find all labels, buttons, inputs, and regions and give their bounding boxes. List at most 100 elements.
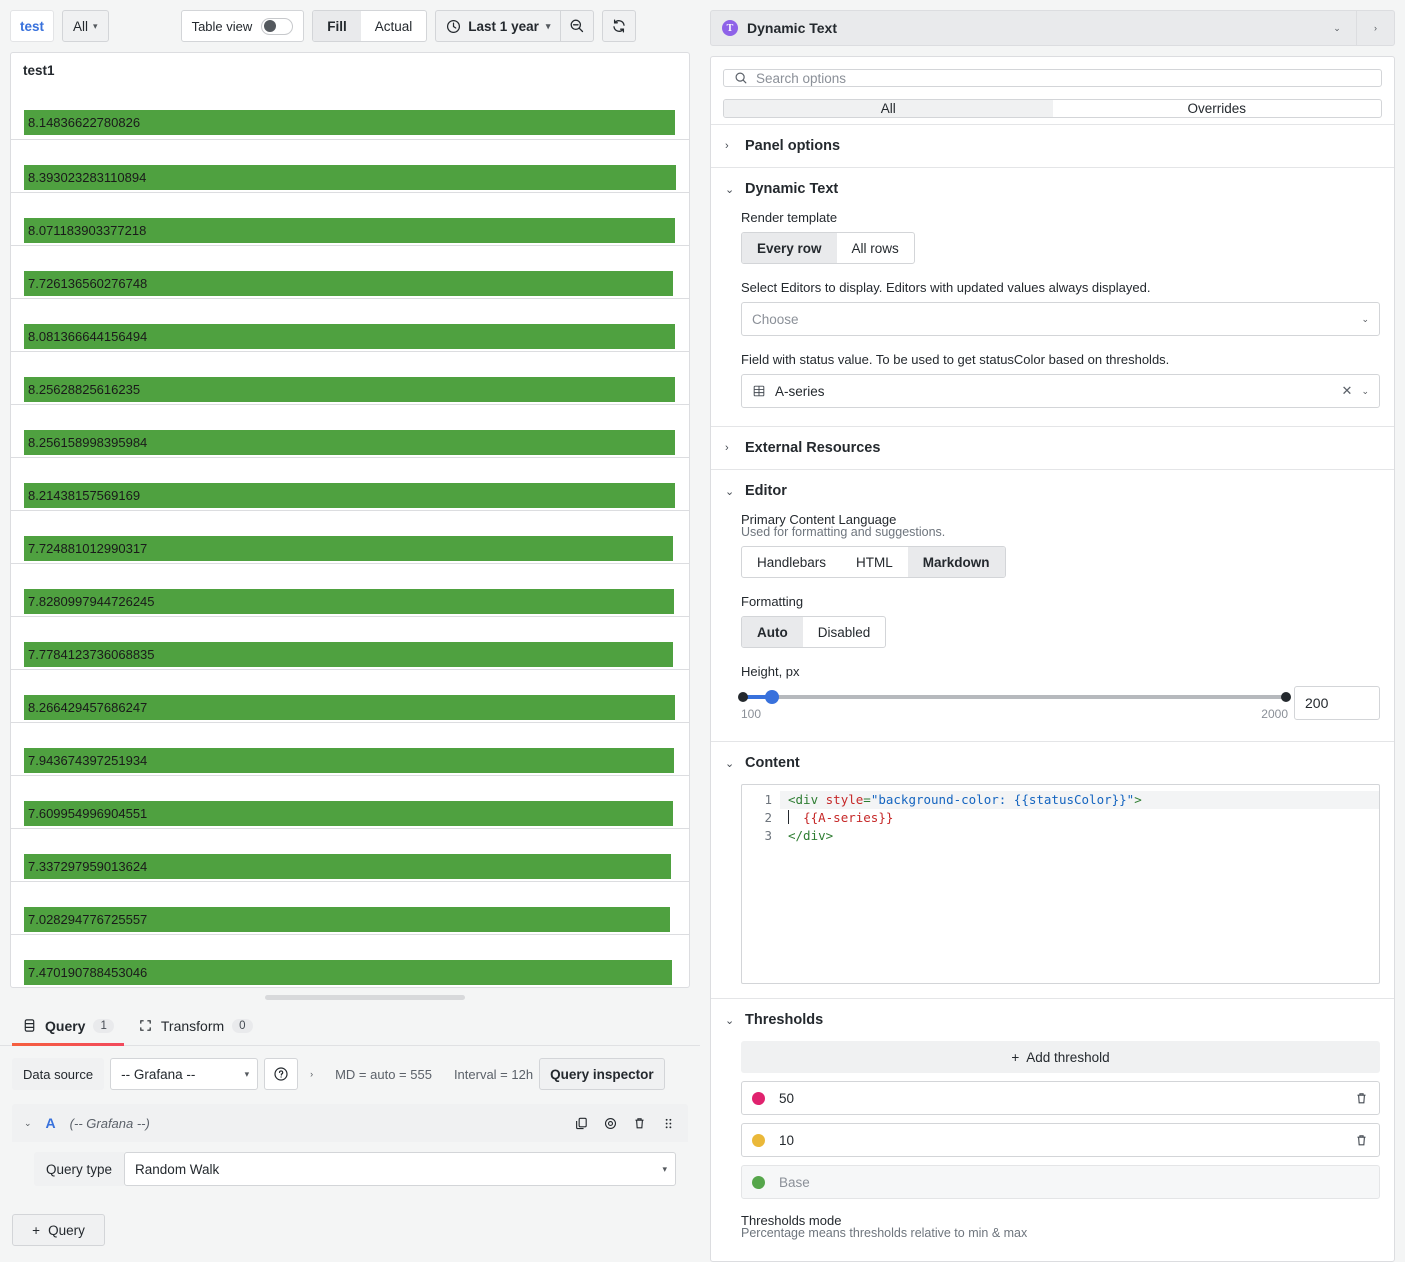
content-language-segment[interactable]: Handlebars HTML Markdown	[741, 546, 1006, 578]
content-code-editor[interactable]: 1 2 3 <div style="background-color: {{st…	[741, 784, 1380, 984]
language-option-html[interactable]: HTML	[841, 547, 908, 577]
code-text-area[interactable]: <div style="background-color: {{statusCo…	[780, 785, 1379, 983]
query-type-picker[interactable]: Random Walk ▾	[124, 1152, 676, 1186]
query-options-summary[interactable]: › MD = auto = 555 Interval = 12h	[304, 1058, 533, 1090]
query-ref-id[interactable]: A	[46, 1115, 56, 1131]
fill-option[interactable]: Fill	[313, 11, 361, 41]
query-inspector-button[interactable]: Query inspector	[539, 1058, 665, 1090]
render-template-segment[interactable]: Every row All rows	[741, 232, 915, 264]
chevron-down-icon[interactable]: ⌄	[24, 1119, 32, 1128]
tab-transform-count: 0	[232, 1019, 252, 1033]
panel-row: 7.470190788453046	[11, 934, 689, 987]
section-content-header[interactable]: ⌄ Content	[711, 742, 1394, 784]
formatting-option-auto[interactable]: Auto	[742, 617, 803, 647]
threshold-color-swatch[interactable]	[752, 1092, 765, 1105]
panel-row: 7.726136560276748	[11, 245, 689, 298]
editors-display-placeholder: Choose	[752, 312, 799, 327]
query-type-row: Query type Random Walk ▾	[12, 1142, 688, 1196]
drag-handle-icon[interactable]	[661, 1116, 676, 1131]
threshold-value[interactable]: 10	[779, 1133, 1354, 1148]
section-external-resources-header[interactable]: › External Resources	[711, 427, 1394, 469]
query-meta-interval: Interval = 12h	[454, 1067, 533, 1082]
render-option-all-rows[interactable]: All rows	[837, 233, 914, 263]
panel-row: 7.943674397251934	[11, 722, 689, 775]
height-slider-max-dot	[1281, 692, 1291, 702]
variable-all-dropdown[interactable]: All ▾	[62, 10, 109, 42]
add-threshold-button[interactable]: + Add threshold	[741, 1041, 1380, 1073]
trash-icon[interactable]	[1354, 1133, 1369, 1148]
tab-query-count: 1	[93, 1019, 113, 1033]
section-external-resources-title: External Resources	[745, 440, 880, 456]
panel-row: 7.028294776725557	[11, 881, 689, 934]
editors-display-select[interactable]: Choose ⌄	[741, 302, 1380, 336]
all-overrides-tabs[interactable]: All Overrides	[723, 99, 1382, 117]
code-line-1: <div style="background-color: {{statusCo…	[780, 791, 1379, 809]
tab-transform[interactable]: Transform 0	[128, 1006, 263, 1046]
chevron-down-icon: ⌄	[725, 485, 733, 498]
height-number-input[interactable]: 200	[1294, 686, 1380, 720]
time-range-picker[interactable]: Last 1 year ▾	[435, 10, 560, 42]
horizontal-scrollbar[interactable]	[10, 988, 690, 1006]
threshold-row[interactable]: 50	[741, 1081, 1380, 1115]
tab-query[interactable]: Query 1	[12, 1006, 124, 1046]
panel-row-bar: 8.14836622780826	[24, 110, 675, 135]
height-slider-handle[interactable]	[765, 690, 779, 704]
panel-row: 8.256158998395984	[11, 404, 689, 457]
collapse-options-pane-button[interactable]: ›	[1356, 11, 1394, 45]
formatting-segment[interactable]: Auto Disabled	[741, 616, 886, 648]
height-slider-track[interactable]	[741, 695, 1288, 699]
chevron-down-icon: ▾	[662, 1165, 667, 1174]
clear-x-icon[interactable]: ✕	[1342, 383, 1353, 399]
chevron-down-icon: ⌄	[1333, 24, 1341, 33]
query-meta-md: MD = auto = 555	[335, 1067, 432, 1082]
panel-editor: test All ▾ Table view Fill Actual	[0, 0, 1405, 1262]
data-source-picker[interactable]: -- Grafana -- ▾	[110, 1058, 258, 1090]
status-field-select[interactable]: A-series ✕ ⌄	[741, 374, 1380, 408]
language-option-handlebars[interactable]: Handlebars	[742, 547, 841, 577]
table-view-switch[interactable]	[261, 18, 293, 35]
table-view-toggle[interactable]: Table view	[181, 10, 305, 42]
language-option-markdown[interactable]: Markdown	[908, 547, 1005, 577]
copy-icon[interactable]	[574, 1116, 589, 1131]
actual-option[interactable]: Actual	[361, 11, 427, 41]
formatting-option-disabled[interactable]: Disabled	[803, 617, 886, 647]
time-picker-group: Last 1 year ▾	[435, 10, 594, 42]
panel-row-bar: 8.25628825616235	[24, 377, 675, 402]
threshold-color-swatch[interactable]	[752, 1134, 765, 1147]
trash-icon[interactable]	[1354, 1091, 1369, 1106]
visualization-container: test1 8.148366227808268.3930232831108948…	[10, 52, 690, 1006]
fill-actual-segment[interactable]: Fill Actual	[312, 10, 427, 42]
section-editor-header[interactable]: ⌄ Editor	[711, 470, 1394, 512]
section-dynamic-text-header[interactable]: ⌄ Dynamic Text	[711, 168, 1394, 210]
threshold-color-swatch[interactable]	[752, 1176, 765, 1189]
trash-icon[interactable]	[632, 1116, 647, 1131]
tab-all[interactable]: All	[724, 100, 1053, 116]
section-editor: ⌄ Editor Primary Content Language Used f…	[711, 469, 1394, 741]
section-panel-options-header[interactable]: › Panel options	[711, 125, 1394, 167]
height-slider-min-dot	[738, 692, 748, 702]
zoom-out-icon	[569, 18, 585, 34]
threshold-row[interactable]: 10	[741, 1123, 1380, 1157]
formatting-field: Formatting Auto Disabled	[741, 594, 1380, 648]
visualization-header[interactable]: T Dynamic Text ⌄ ›	[710, 10, 1395, 46]
section-thresholds-header[interactable]: ⌄ Thresholds	[711, 999, 1394, 1041]
tab-overrides[interactable]: Overrides	[1053, 100, 1382, 116]
height-slider[interactable]: 100 2000	[741, 686, 1288, 721]
render-option-every-row[interactable]: Every row	[742, 233, 837, 263]
section-thresholds: ⌄ Thresholds + Add threshold 50	[711, 998, 1394, 1261]
add-query-button[interactable]: + Query	[12, 1214, 105, 1246]
panel-row-bar: 7.470190788453046	[24, 960, 672, 985]
dashboard-name-button[interactable]: test	[10, 10, 54, 42]
eye-icon[interactable]	[603, 1116, 618, 1131]
search-input[interactable]	[756, 71, 1371, 86]
refresh-button[interactable]	[602, 10, 636, 42]
panel-row: 8.21438157569169	[11, 457, 689, 510]
section-external-resources: › External Resources	[711, 426, 1394, 469]
search-options-box[interactable]	[723, 69, 1382, 87]
visualization-picker-toggle[interactable]: ⌄	[1318, 11, 1356, 45]
threshold-value[interactable]: 50	[779, 1091, 1354, 1106]
zoom-out-button[interactable]	[560, 10, 594, 42]
scrollbar-thumb[interactable]	[265, 995, 465, 1000]
panel-title: test1	[11, 53, 689, 86]
data-source-help-button[interactable]	[264, 1058, 298, 1090]
